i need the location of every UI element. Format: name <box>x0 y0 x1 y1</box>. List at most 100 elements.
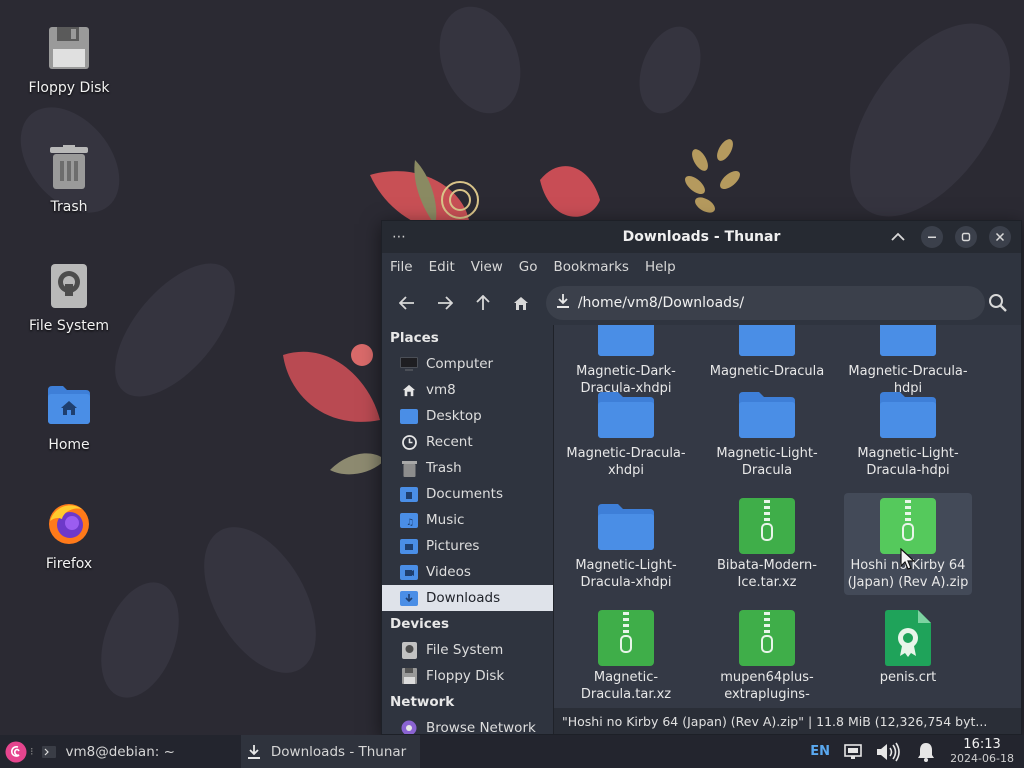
pictures-folder-icon <box>400 537 418 555</box>
sidebar-item-label: Music <box>426 512 465 528</box>
file-name: Magnetic-Light- Dracula-xhdpi <box>575 558 677 590</box>
sidebar-item-browse-network[interactable]: Browse Network <box>382 715 553 734</box>
back-arrow-icon[interactable] <box>394 290 420 316</box>
desktop-icon-floppy-disk[interactable]: Floppy Disk <box>14 24 124 96</box>
file-item[interactable]: Magnetic-Light- Dracula <box>703 385 831 479</box>
up-arrow-icon[interactable] <box>470 290 496 316</box>
network-icon[interactable] <box>844 743 862 760</box>
volume-icon[interactable] <box>876 742 902 762</box>
file-icon-view[interactable]: Magnetic-Dark- Dracula-xhdpi Magnetic-Dr… <box>554 325 1021 734</box>
archive-icon <box>737 609 797 667</box>
sidebar-item-downloads[interactable]: Downloads <box>382 585 553 611</box>
clock-date: 2024-06-18 <box>950 751 1014 765</box>
maximize-button[interactable] <box>955 226 977 248</box>
sidebar-item-desktop[interactable]: Desktop <box>382 403 553 429</box>
file-item[interactable]: Bibata-Modern- Ice.tar.xz <box>703 497 831 591</box>
keyboard-layout[interactable]: EN <box>810 744 830 759</box>
file-item-selected[interactable]: Hoshi no Kirby 64 (Japan) (Rev A).zip <box>844 493 972 595</box>
window-menu-icon[interactable]: ⋯ <box>392 229 407 245</box>
file-item[interactable]: Magnetic-Light- Dracula-hdpi <box>844 385 972 479</box>
sidebar-item-label: Pictures <box>426 538 480 554</box>
desktop-icon-trash[interactable]: Trash <box>14 143 124 215</box>
file-item[interactable]: Magnetic- Dracula.tar.xz <box>562 609 690 703</box>
thunar-window: ⋯ Downloads - Thunar File Edit View Go B… <box>381 220 1022 735</box>
sidebar: Places Computer vm8 Desktop Recent Trash <box>382 325 554 734</box>
file-name: mupen64plus- extraplugins- <box>720 670 814 702</box>
menu-bookmarks[interactable]: Bookmarks <box>554 259 629 275</box>
forward-arrow-icon[interactable] <box>432 290 458 316</box>
file-name: Magnetic-Light- Dracula <box>716 446 818 478</box>
sidebar-item-file-system[interactable]: File System <box>382 637 553 663</box>
music-folder-icon: ♫ <box>400 511 418 529</box>
file-name: Magnetic-Dracula- xhdpi <box>566 446 686 478</box>
taskbar: ⁝ vm8@debian: ~ Downloads - Thunar EN 16… <box>0 735 1024 768</box>
home-icon[interactable] <box>508 290 534 316</box>
sidebar-item-pictures[interactable]: Pictures <box>382 533 553 559</box>
archive-icon <box>878 497 938 555</box>
sidebar-heading-devices: Devices <box>390 616 449 632</box>
sidebar-item-videos[interactable]: Videos <box>382 559 553 585</box>
debian-menu-icon[interactable] <box>4 740 28 764</box>
status-bar: "Hoshi no Kirby 64 (Japan) (Rev A).zip" … <box>554 708 1021 734</box>
clock[interactable]: 16:13 2024-06-18 <box>950 737 1014 766</box>
window-titlebar[interactable]: ⋯ Downloads - Thunar <box>382 221 1021 253</box>
menu-file[interactable]: File <box>390 259 413 275</box>
close-button[interactable] <box>989 226 1011 248</box>
desktop-icon-firefox[interactable]: Firefox <box>14 500 124 572</box>
menu-help[interactable]: Help <box>645 259 676 275</box>
file-item[interactable]: mupen64plus- extraplugins- <box>703 609 831 703</box>
search-icon[interactable] <box>985 290 1011 316</box>
location-path: /home/vm8/Downloads/ <box>577 295 745 311</box>
desktop-folder-icon <box>400 407 418 425</box>
sidebar-item-label: Computer <box>426 356 494 372</box>
desktop-icon-label: Trash <box>50 199 88 215</box>
menu-view[interactable]: View <box>471 259 503 275</box>
file-name: Magnetic-Light- Dracula-hdpi <box>857 446 959 478</box>
archive-icon <box>737 497 797 555</box>
sidebar-item-documents[interactable]: Documents <box>382 481 553 507</box>
sidebar-item-vm8[interactable]: vm8 <box>382 377 553 403</box>
shade-icon[interactable] <box>887 226 909 248</box>
sidebar-item-floppy-disk[interactable]: Floppy Disk <box>382 663 553 689</box>
sidebar-item-trash[interactable]: Trash <box>382 455 553 481</box>
file-name: Bibata-Modern- Ice.tar.xz <box>717 558 817 590</box>
minimize-button[interactable] <box>921 226 943 248</box>
file-name: penis.crt <box>879 670 937 685</box>
floppy-disk-icon <box>45 24 93 72</box>
desktop-icon-file-system[interactable]: File System <box>14 262 124 334</box>
sidebar-item-label: Downloads <box>426 590 501 606</box>
system-tray: EN 16:13 2024-06-18 <box>810 737 1024 766</box>
sidebar-item-label: Trash <box>426 460 462 476</box>
file-item[interactable]: Magnetic-Dracula- xhdpi <box>562 385 690 479</box>
folder-icon <box>878 325 938 361</box>
home-folder-icon <box>45 381 93 429</box>
home-icon <box>400 381 418 399</box>
sidebar-item-label: Desktop <box>426 408 482 424</box>
folder-icon <box>878 385 938 443</box>
sidebar-item-label: vm8 <box>426 382 456 398</box>
notification-bell-icon[interactable] <box>916 742 936 762</box>
file-item[interactable]: penis.crt <box>844 609 972 686</box>
sidebar-item-recent[interactable]: Recent <box>382 429 553 455</box>
menu-edit[interactable]: Edit <box>429 259 455 275</box>
terminal-icon <box>41 745 56 758</box>
file-name: Magnetic- Dracula.tar.xz <box>580 670 672 702</box>
sidebar-item-label: Browse Network <box>426 720 536 734</box>
svg-text:♫: ♫ <box>406 518 414 528</box>
menu-bar: File Edit View Go Bookmarks Help <box>382 253 1021 281</box>
desktop-icon-home[interactable]: Home <box>14 381 124 453</box>
sidebar-item-computer[interactable]: Computer <box>382 351 553 377</box>
menu-go[interactable]: Go <box>519 259 538 275</box>
task-terminal[interactable]: vm8@debian: ~ <box>36 735 181 768</box>
location-bar[interactable]: /home/vm8/Downloads/ <box>545 286 986 320</box>
file-item[interactable]: Magnetic-Light- Dracula-xhdpi <box>562 497 690 591</box>
toolbar: /home/vm8/Downloads/ <box>382 281 1021 325</box>
mouse-pointer-icon <box>900 548 916 570</box>
sidebar-item-label: Floppy Disk <box>426 668 505 684</box>
task-thunar[interactable]: Downloads - Thunar <box>240 735 421 768</box>
file-item[interactable]: Magnetic-Dracula <box>703 325 831 380</box>
documents-folder-icon <box>400 485 418 503</box>
download-icon <box>247 744 261 760</box>
sidebar-item-music[interactable]: ♫ Music <box>382 507 553 533</box>
desktop-icon-label: Home <box>48 437 90 453</box>
